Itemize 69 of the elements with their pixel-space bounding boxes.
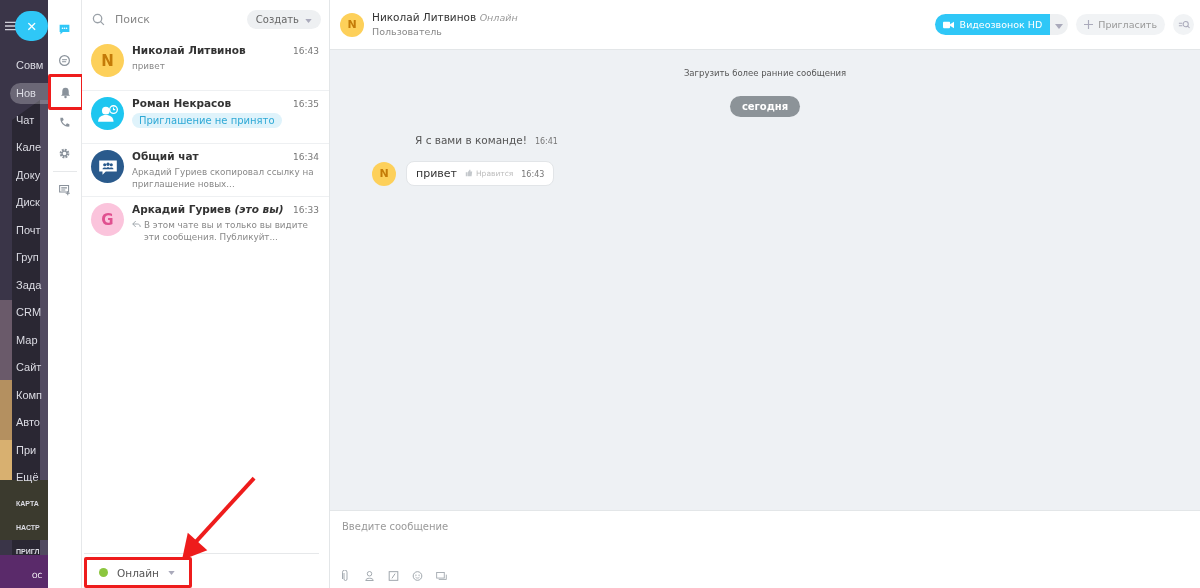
bell-icon[interactable] [59,85,72,99]
status-selector[interactable]: Онлайн [84,557,192,588]
menu-item[interactable]: Доку [16,161,48,189]
menu-item[interactable]: Авто [16,409,48,437]
chat-name: Общий чат [132,150,199,162]
avatar: N [340,12,364,37]
menu-item[interactable]: Нов [10,82,48,104]
menu-item[interactable]: Диск [16,189,48,217]
menu-icon[interactable] [5,21,18,31]
menu-item[interactable]: Сайт [16,354,48,382]
avatar: N [91,44,124,77]
windows-icon[interactable] [436,570,447,582]
menu-item[interactable]: CRM [16,299,48,327]
chat-bubble-icon[interactable] [58,54,71,67]
chat-item[interactable]: Роман Некрасов 16:35 Приглашение не принято [82,90,329,143]
search-icon [92,12,105,26]
message-time: 16:41 [534,137,558,146]
load-more-link[interactable]: Загрузить более ранние сообщения [683,68,847,78]
phone-icon[interactable] [58,116,71,129]
caret-icon[interactable] [1050,14,1069,35]
menu-item[interactable]: Совм [16,52,48,80]
avatar: G [91,203,124,236]
message-preview: Аркадий Гуриев скопировал ссылку на приглашение новых... [132,166,315,190]
smiley-icon[interactable] [412,570,423,582]
message-preview: привет [132,60,165,72]
menu-item[interactable]: Зада [16,271,48,299]
user-icon[interactable] [364,570,375,582]
menu-item[interactable]: Комп [16,381,48,409]
invite-status-label: Приглашение не принято [132,113,282,128]
new-chat-icon[interactable] [58,183,71,196]
camera-icon [942,20,954,29]
chat-time: 16:43 [293,46,319,56]
create-button[interactable]: Создать [246,9,321,29]
menu-item[interactable]: Ещё [16,464,48,492]
chat-item[interactable]: Общий чат 16:34 Аркадий Гуриев скопировал ссылку на приглашение новых... [82,143,329,196]
paperclip-icon[interactable] [340,570,351,582]
search-icon [1177,18,1190,31]
thumbs-up-icon [465,169,473,177]
chat-icon[interactable] [58,23,71,36]
role-label: Пользователь [372,25,443,39]
chat-name: Роман Некрасов [132,97,232,109]
menu-item[interactable]: При [16,436,48,464]
chat-item[interactable]: N Николай Литвинов 16:43 привет [82,38,329,90]
avatar: N [372,161,396,186]
plus-icon [1084,20,1094,29]
menu-item[interactable]: Кале [16,134,48,162]
chat-time: 16:34 [293,152,319,162]
contact-name: Николай Литвинов [372,11,477,23]
chat-item[interactable]: G Аркадий Гуриев (это вы) 16:33 В этом чате вы и только вы видите эти сообщения. Публикуйт... [82,196,329,249]
chat-name: Николай Литвинов [132,44,246,56]
caret-icon [305,18,312,23]
settings-icon[interactable] [58,147,71,160]
menu-item[interactable]: Почт [16,216,48,244]
edit-icon[interactable] [388,570,399,582]
chat-time: 16:33 [293,205,319,215]
system-message: Я с вами в команде! [415,134,527,146]
menu-item[interactable]: Мар [16,326,48,354]
menu-item[interactable]: Груп [16,244,48,272]
search-button[interactable] [1173,14,1194,35]
message-text: привет [416,167,457,180]
message-preview: В этом чате вы и только вы видите эти сообщения. Публикуйт... [144,219,309,243]
date-pill: сегодня [729,96,801,117]
menu-item[interactable]: Чат [16,106,48,134]
status-label: Онлайн [117,566,159,579]
message-time: 16:43 [521,170,545,179]
presence-label: Онлайн [479,12,518,23]
chat-time: 16:35 [293,99,319,109]
chat-name: Аркадий Гуриев (это вы) [132,203,284,215]
caret-icon [167,570,175,575]
